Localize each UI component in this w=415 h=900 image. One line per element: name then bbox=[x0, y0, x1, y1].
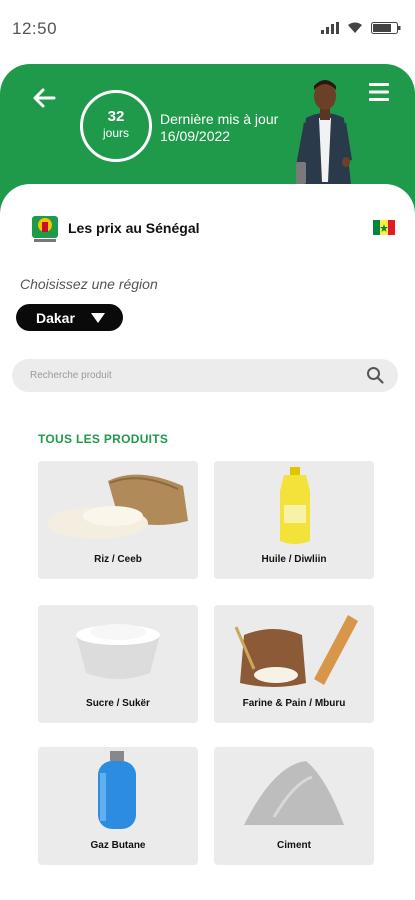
rice-sack-icon bbox=[48, 474, 188, 539]
search-input[interactable] bbox=[30, 359, 350, 392]
region-selected: Dakar bbox=[36, 309, 75, 326]
battery-icon bbox=[371, 22, 401, 34]
app-logo bbox=[32, 216, 58, 242]
product-tile-oil[interactable]: Huile / Diwliin bbox=[214, 461, 374, 579]
product-label: Sucre / Sukër bbox=[86, 698, 150, 709]
status-icons bbox=[321, 22, 401, 34]
gas-cylinder-icon bbox=[98, 751, 136, 829]
product-label: Gaz Butane bbox=[90, 840, 146, 851]
days-label: jours bbox=[102, 126, 129, 140]
last-update: Dernière mis à jour 16/09/2022 bbox=[160, 111, 278, 145]
region-dropdown[interactable]: Dakar bbox=[16, 304, 123, 331]
oil-bottle-icon bbox=[280, 467, 310, 544]
search-bar bbox=[12, 359, 398, 392]
region-label: Choisissez une région bbox=[20, 276, 158, 292]
section-title: TOUS LES PRODUITS bbox=[38, 432, 169, 446]
senegal-flag-icon bbox=[373, 220, 395, 235]
status-time: 12:50 bbox=[12, 19, 58, 38]
back-arrow-icon[interactable] bbox=[30, 84, 58, 112]
status-bar: 12:50 bbox=[0, 0, 415, 56]
product-label: Farine & Pain / Mburu bbox=[242, 698, 346, 709]
signal-icon bbox=[321, 22, 339, 34]
last-update-label: Dernière mis à jour bbox=[160, 111, 279, 127]
flour-bread-icon bbox=[234, 615, 358, 687]
wifi-icon bbox=[348, 22, 362, 33]
product-tile-rice[interactable]: Riz / Ceeb bbox=[38, 461, 198, 579]
brand-title: Les prix au Sénégal bbox=[68, 220, 200, 236]
product-tile-cement[interactable]: Ciment bbox=[214, 747, 374, 865]
last-update-date: 16/09/2022 bbox=[160, 128, 231, 144]
product-label: Riz / Ceeb bbox=[94, 554, 142, 565]
product-tile-flour-bread[interactable]: Farine & Pain / Mburu bbox=[214, 605, 374, 723]
product-label: Huile / Diwliin bbox=[261, 554, 327, 565]
product-tile-gas[interactable]: Gaz Butane bbox=[38, 747, 198, 865]
search-icon[interactable] bbox=[366, 366, 384, 384]
cement-pile-icon bbox=[244, 761, 344, 825]
caret-down-icon bbox=[91, 313, 105, 323]
sugar-bowl-icon bbox=[76, 624, 160, 679]
person-illustration bbox=[296, 80, 352, 194]
days-counter: 32 jours bbox=[80, 90, 152, 162]
product-label: Ciment bbox=[277, 840, 311, 851]
product-tile-sugar[interactable]: Sucre / Sukër bbox=[38, 605, 198, 723]
main-card: Les prix au Sénégal Choisissez une régio… bbox=[0, 184, 415, 900]
menu-icon[interactable] bbox=[367, 80, 391, 104]
days-number: 32 bbox=[107, 108, 125, 125]
brand-row: Les prix au Sénégal bbox=[30, 212, 395, 244]
